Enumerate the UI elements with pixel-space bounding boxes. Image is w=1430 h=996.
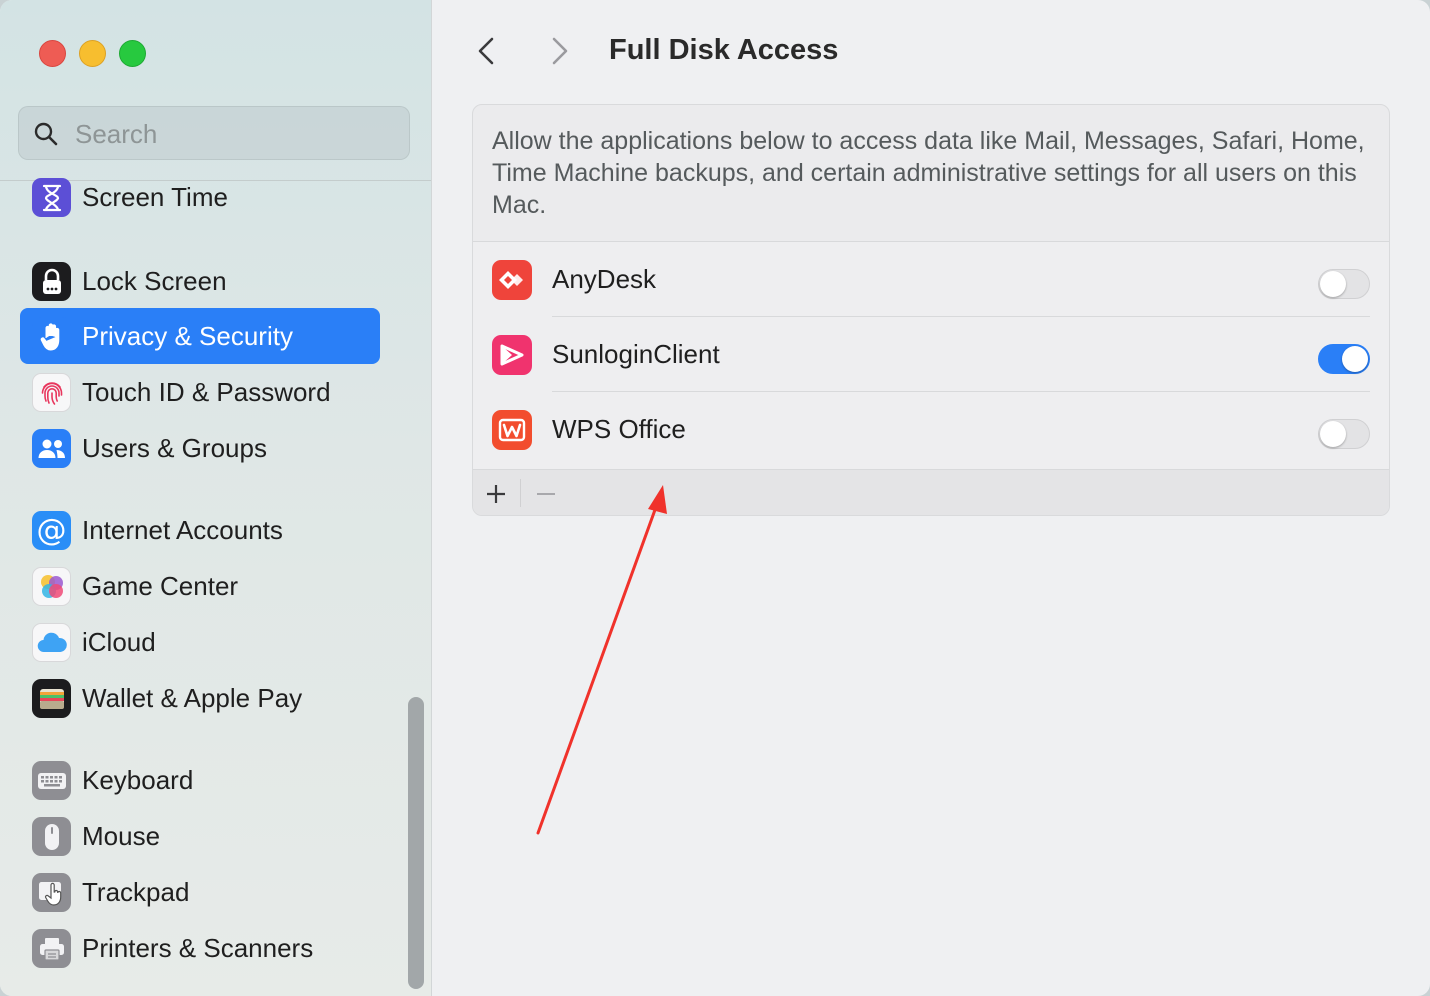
sidebar-item-label: Trackpad: [82, 877, 190, 907]
app-list: AnyDesk SunloginClient WPS Office: [473, 242, 1389, 469]
lock-icon: [32, 262, 71, 301]
sidebar-item-label: Lock Screen: [82, 266, 227, 296]
sidebar-item-label: Touch ID & Password: [82, 377, 331, 407]
sidebar-item-lock-screen[interactable]: Lock Screen: [20, 253, 380, 309]
fingerprint-icon: [32, 373, 71, 412]
sidebar-item-label: Wallet & Apple Pay: [82, 683, 303, 713]
anydesk-toggle[interactable]: [1318, 269, 1370, 299]
sidebar-item-label: Internet Accounts: [82, 515, 283, 545]
sidebar-item-keyboard[interactable]: Keyboard: [20, 752, 380, 808]
sidebar-item-mouse[interactable]: Mouse: [20, 808, 380, 864]
sidebar-item-privacy-security[interactable]: Privacy & Security: [20, 308, 380, 364]
toggle-knob: [1342, 346, 1368, 372]
sidebar-item-label: Screen Time: [82, 182, 228, 212]
full-disk-access-panel: Allow the applications below to access d…: [472, 104, 1390, 516]
users-icon: [32, 429, 71, 468]
cloud-icon: [32, 623, 71, 662]
search-icon: [34, 122, 58, 146]
printer-icon: [32, 929, 71, 968]
wps-office-icon: [492, 410, 532, 450]
sidebar-item-label: Users & Groups: [82, 433, 267, 463]
sidebar-item-internet-accounts[interactable]: @ Internet Accounts: [20, 502, 380, 558]
toggle-knob: [1320, 271, 1346, 297]
search-input[interactable]: [73, 117, 397, 151]
chevron-left-icon: [478, 37, 494, 65]
chevron-right-icon: [552, 37, 568, 65]
sidebar: Screen Time Lock Screen: [0, 0, 432, 996]
plus-icon: [487, 485, 505, 503]
at-icon: @: [32, 511, 71, 550]
main-content: Full Disk Access Allow the applications …: [432, 0, 1430, 996]
minus-icon: [537, 493, 555, 495]
mouse-icon: [32, 817, 71, 856]
sidebar-item-label: Privacy & Security: [82, 321, 293, 351]
sidebar-item-users-groups[interactable]: Users & Groups: [20, 420, 380, 476]
close-window-button[interactable]: [39, 40, 66, 67]
app-row-anydesk[interactable]: AnyDesk: [473, 242, 1389, 317]
forward-button[interactable]: [542, 34, 576, 68]
back-button[interactable]: [470, 34, 504, 68]
sidebar-item-label: Mouse: [82, 821, 161, 851]
app-name: SunloginClient: [552, 339, 720, 369]
sidebar-item-touch-id[interactable]: Touch ID & Password: [20, 364, 380, 420]
toggle-knob: [1320, 421, 1346, 447]
panel-footer: [473, 469, 1389, 515]
add-app-button[interactable]: [478, 476, 514, 512]
game-center-icon: [32, 567, 71, 606]
sidebar-item-icloud[interactable]: iCloud: [20, 614, 380, 670]
sidebar-item-label: Game Center: [82, 571, 239, 601]
zoom-window-button[interactable]: [119, 40, 146, 67]
search-field[interactable]: [18, 106, 410, 160]
panel-description: Allow the applications below to access d…: [492, 127, 1365, 219]
keyboard-icon: [32, 761, 71, 800]
wallet-icon: [32, 679, 71, 718]
system-settings-window: Screen Time Lock Screen: [0, 0, 1430, 996]
sidebar-item-label: Printers & Scanners: [82, 933, 314, 963]
app-row-sunloginclient[interactable]: SunloginClient: [473, 317, 1389, 392]
sidebar-scrollbar[interactable]: [408, 697, 424, 989]
sidebar-item-game-center[interactable]: Game Center: [20, 558, 380, 614]
app-row-wps-office[interactable]: WPS Office: [473, 392, 1389, 467]
hourglass-icon: [32, 178, 71, 217]
trackpad-icon: [32, 873, 71, 912]
sunloginclient-toggle[interactable]: [1318, 344, 1370, 374]
anydesk-icon: [492, 260, 532, 300]
sidebar-item-trackpad[interactable]: Trackpad: [20, 864, 380, 920]
sidebar-item-wallet[interactable]: Wallet & Apple Pay: [20, 670, 380, 726]
wps-office-toggle[interactable]: [1318, 419, 1370, 449]
sidebar-item-printers-scanners[interactable]: Printers & Scanners: [20, 920, 380, 976]
remove-app-button[interactable]: [528, 476, 564, 512]
hand-icon: [32, 317, 71, 356]
sidebar-item-label: iCloud: [82, 627, 156, 657]
app-name: WPS Office: [552, 414, 686, 444]
sidebar-item-screen-time[interactable]: Screen Time: [20, 171, 380, 227]
sidebar-item-label: Keyboard: [82, 765, 194, 795]
minimize-window-button[interactable]: [79, 40, 106, 67]
sunlogin-icon: [492, 335, 532, 375]
app-name: AnyDesk: [552, 264, 657, 294]
page-title: Full Disk Access: [609, 34, 839, 66]
footer-divider: [520, 479, 521, 507]
